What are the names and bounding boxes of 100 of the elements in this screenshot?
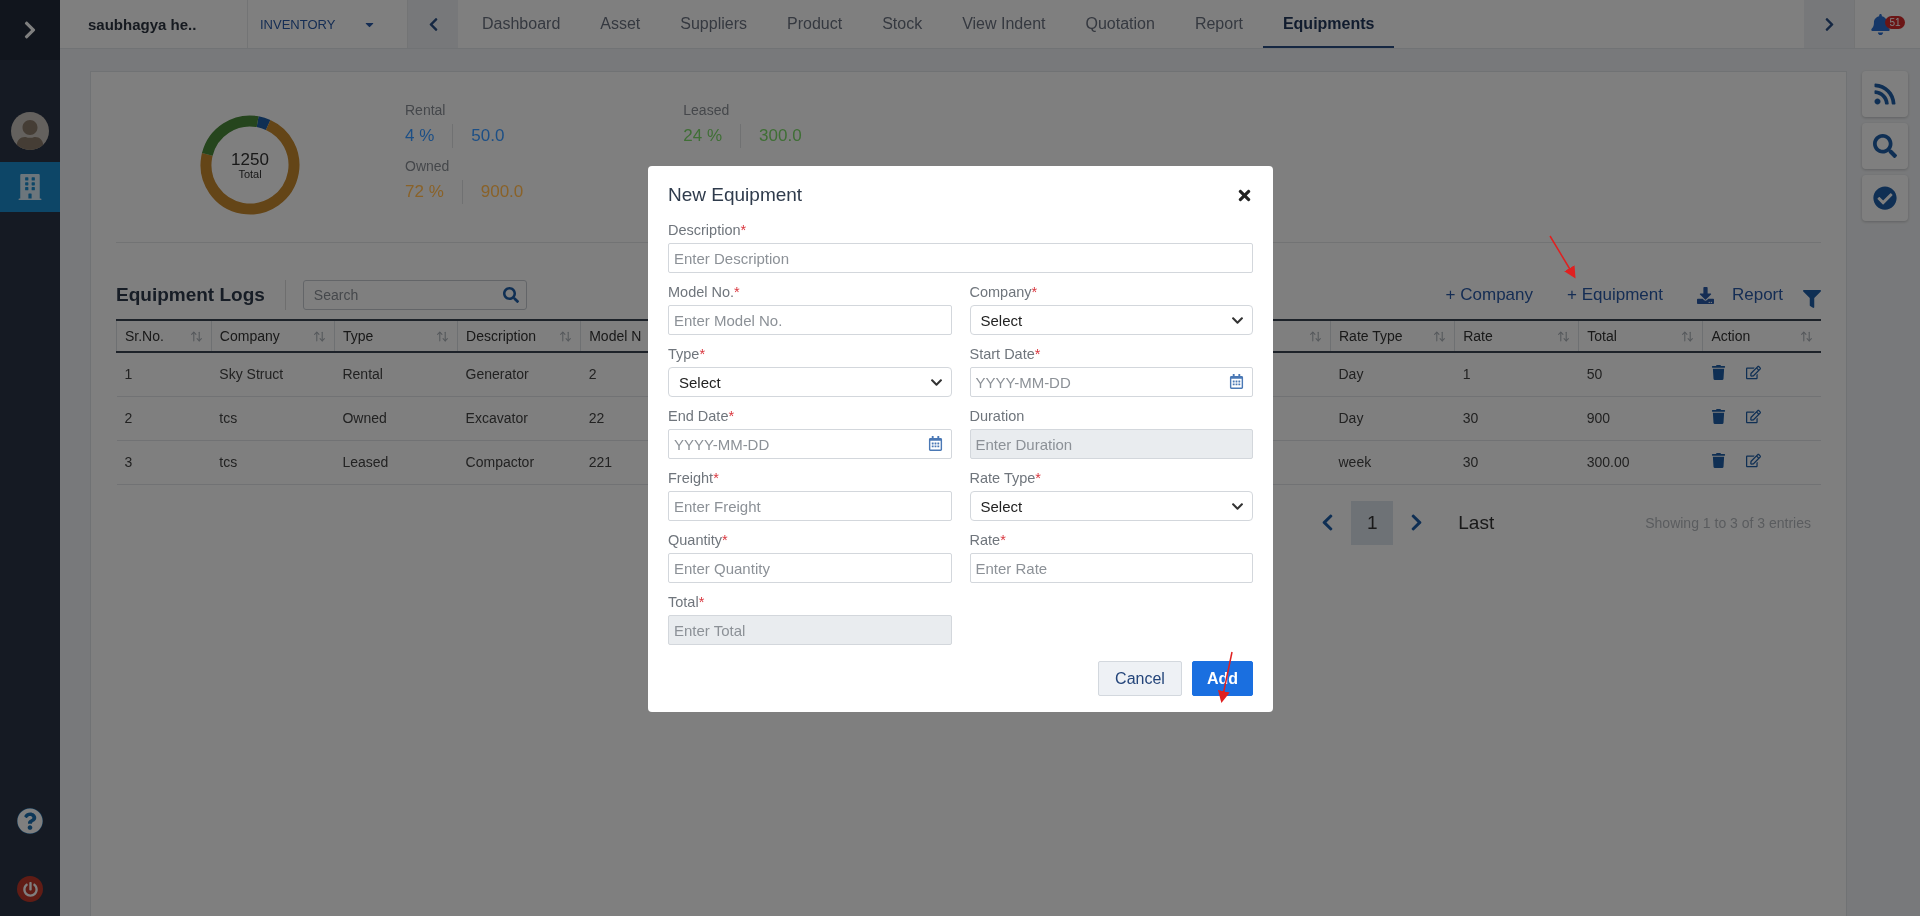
table-cell: tcs	[211, 440, 335, 484]
delete-button[interactable]	[1710, 365, 1726, 381]
table-cell: Leased	[334, 440, 458, 484]
stat-label: Owned	[405, 158, 451, 174]
power-button[interactable]	[17, 876, 43, 902]
nav-tab[interactable]: Quotation	[1065, 0, 1175, 48]
table-cell: Compactor	[457, 440, 581, 484]
sort-icon	[559, 329, 573, 343]
column-header[interactable]: Rate	[1454, 320, 1579, 352]
nav-tab[interactable]: View Indent	[942, 0, 1066, 48]
sort-icon	[1681, 329, 1695, 343]
add-link[interactable]: + Company	[1445, 285, 1534, 305]
date-field[interactable]: YYYY-MM-DD	[668, 429, 952, 459]
table-cell: 900	[1578, 396, 1703, 440]
column-header[interactable]: Sr.No.	[116, 320, 212, 352]
check-button[interactable]	[1862, 175, 1908, 221]
person-silhouette-icon	[15, 120, 45, 150]
column-header[interactable]: Total	[1578, 320, 1703, 352]
trash-icon	[1710, 409, 1726, 424]
delete-button[interactable]	[1710, 453, 1726, 468]
table-cell: Day	[1330, 352, 1455, 396]
modal-title: New Equipment	[668, 184, 803, 206]
input-field[interactable]: Enter Total	[668, 615, 952, 645]
table-cell: week	[1330, 440, 1455, 484]
input-field[interactable]: Enter Description	[668, 243, 1253, 273]
table-cell: 1	[1454, 352, 1579, 396]
stat-percent: 4 %	[405, 126, 436, 146]
power-icon	[22, 881, 38, 897]
stat-amount: 300.0	[758, 126, 802, 146]
input-field[interactable]: Enter Duration	[969, 429, 1253, 459]
notification-count: 51	[1885, 15, 1905, 29]
edit-icon	[1745, 409, 1761, 424]
help-button[interactable]	[17, 808, 43, 834]
page-button[interactable]: 1	[1351, 500, 1394, 545]
total-label: Total	[238, 167, 262, 180]
field-label: Company*	[969, 284, 1039, 300]
trash-icon	[1710, 365, 1726, 381]
table-cell: 2	[116, 396, 212, 440]
nav-tab[interactable]: Report	[1174, 0, 1263, 48]
table-cell: tcs	[211, 396, 335, 440]
column-header[interactable]: Type	[334, 320, 458, 352]
section-title: Equipment Logs	[116, 280, 286, 310]
nav-tab[interactable]: Stock	[862, 0, 943, 48]
building-icon	[17, 174, 43, 200]
field-label: Rate Type*	[969, 470, 1042, 486]
sort-icon	[436, 329, 450, 343]
rss-button[interactable]	[1862, 71, 1908, 117]
stat-percent: 24 %	[683, 126, 724, 146]
column-header[interactable]: Company	[211, 320, 335, 352]
user-avatar[interactable]	[11, 112, 49, 150]
delete-button[interactable]	[1710, 409, 1726, 424]
field-label: Quantity*	[668, 532, 729, 548]
input-field[interactable]: Enter Model No.	[668, 305, 952, 335]
cancel-button[interactable]: Cancel	[1098, 661, 1182, 696]
table-cell: Generator	[457, 352, 581, 396]
field-label: Description*	[668, 222, 748, 238]
edit-button[interactable]	[1745, 409, 1761, 424]
column-header[interactable]: Rate Type	[1330, 320, 1455, 352]
report-link[interactable]: Report	[1696, 285, 1783, 305]
last-page-button[interactable]: Last	[1452, 510, 1501, 535]
search-icon	[1873, 134, 1897, 158]
nav-tab[interactable]: Suppliers	[660, 0, 767, 48]
edit-button[interactable]	[1745, 365, 1761, 381]
filter-icon	[1803, 290, 1821, 308]
nav-tab[interactable]: Product	[767, 0, 863, 48]
total-count: 1250	[231, 150, 269, 168]
search-icon	[502, 287, 519, 303]
stat-percent: 72 %	[405, 182, 445, 202]
notification-button[interactable]	[1870, 13, 1892, 35]
trash-icon	[1710, 453, 1726, 468]
filter-button[interactable]	[1803, 290, 1821, 308]
column-header[interactable]: Description	[457, 320, 581, 352]
table-cell: 30	[1454, 440, 1579, 484]
table-cell: Rental	[334, 352, 458, 396]
field-label: Rate*	[969, 532, 1007, 548]
nav-tab[interactable]: Asset	[580, 0, 661, 48]
date-field[interactable]: YYYY-MM-DD	[969, 367, 1253, 397]
nav-tab[interactable]: Dashboard	[462, 0, 581, 48]
edit-icon	[1745, 453, 1761, 468]
stat-label: Leased	[683, 102, 731, 118]
field-label: Model No.*	[668, 284, 741, 300]
search-button[interactable]	[1862, 123, 1908, 169]
search-field[interactable]: Search	[302, 280, 527, 310]
input-field[interactable]: Enter Rate	[969, 553, 1253, 583]
column-header[interactable]: Action	[1702, 320, 1821, 352]
field-label: Total*	[668, 594, 706, 610]
table-cell: 50	[1578, 352, 1703, 396]
calendar-icon	[927, 436, 943, 451]
field-label: Freight*	[668, 470, 720, 486]
input-field[interactable]: Enter Freight	[668, 491, 952, 521]
table-cell: Excavator	[457, 396, 581, 440]
select-field[interactable]: Select	[668, 367, 952, 397]
input-field[interactable]: Enter Quantity	[668, 553, 952, 583]
sidebar-item[interactable]	[0, 162, 60, 212]
add-link[interactable]: + Equipment	[1567, 285, 1663, 305]
select-field[interactable]: Select	[969, 491, 1253, 521]
edit-button[interactable]	[1745, 453, 1761, 468]
field-label: Duration	[969, 408, 1026, 424]
select-field[interactable]: Select	[969, 305, 1253, 335]
table-cell: Owned	[334, 396, 458, 440]
